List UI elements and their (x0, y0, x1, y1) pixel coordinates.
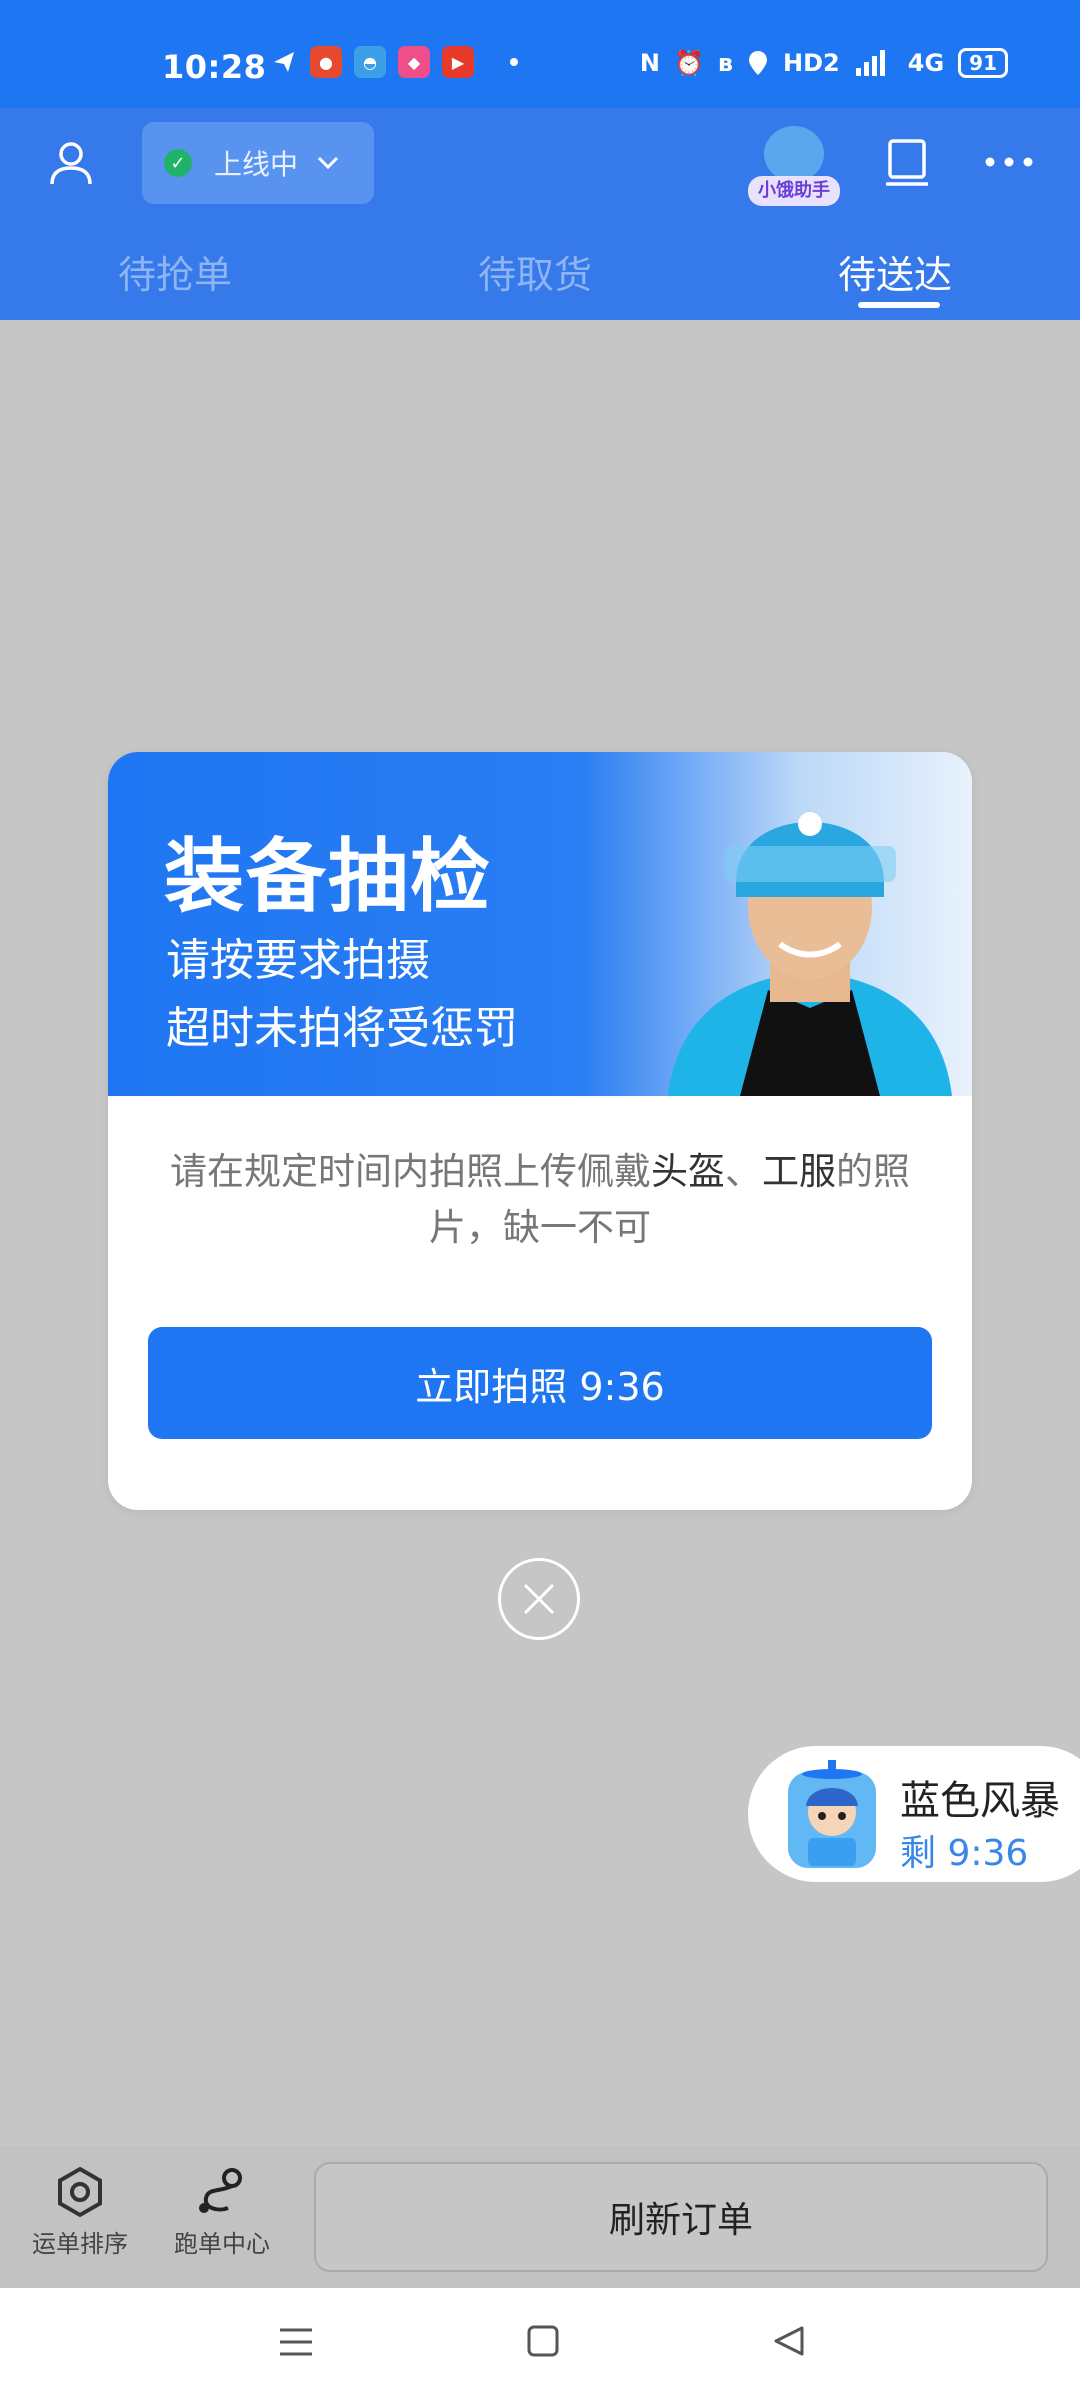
online-status-label: 上线中 (214, 148, 299, 181)
app-notification-icon: ● (310, 46, 342, 78)
more-icon[interactable] (984, 156, 1034, 168)
system-nav-bar (0, 2288, 1080, 2400)
bluetooth-icon: ʙ (717, 49, 734, 77)
modal-subtitle-2: 超时未拍将受惩罚 (166, 1003, 518, 1054)
tab-delivering[interactable]: 待送达 (838, 244, 952, 299)
assistant-mascot-icon (788, 1760, 876, 1868)
profile-icon[interactable] (48, 140, 94, 186)
tab-grab-orders[interactable]: 待抢单 (118, 244, 232, 299)
run-center-label: 跑单中心 (174, 2230, 270, 2258)
modal-message: 请在规定时间内拍照上传佩戴头盔、工服的照片，缺一不可 (170, 1150, 910, 1249)
uniform-emphasis: 工服 (762, 1150, 836, 1193)
active-tab-indicator (858, 302, 940, 308)
send-arrow-icon (274, 52, 294, 72)
assistant-avatar (764, 126, 824, 182)
rider-photo (668, 812, 952, 1096)
equipment-check-modal: 装备抽检 请按要求拍摄 超时未拍将受惩罚 请在规定时间内拍照上传佩戴头盔、工服的… (108, 752, 972, 1510)
close-modal-button[interactable] (498, 1558, 580, 1640)
assistant-label: 小饿助手 (748, 176, 840, 206)
route-icon (199, 2168, 242, 2213)
app-notification-icon: ◆ (398, 46, 430, 78)
helmet-emphasis: 头盔 (651, 1150, 725, 1193)
status-right-icons: N ⏰ ʙ HD2 4G 91 (640, 48, 1008, 78)
status-app-icons: ● ◓ ◆ ▶ (270, 46, 518, 78)
chevron-down-icon (317, 156, 339, 170)
hexagon-gear-icon (58, 2166, 102, 2218)
alarm-icon: ⏰ (673, 49, 704, 77)
close-icon (523, 1583, 555, 1615)
video-app-icon: ▶ (442, 46, 474, 78)
modal-title: 装备抽检 (164, 830, 492, 923)
floating-assistant-card[interactable]: 蓝色风暴 剩 9:36 (748, 1746, 1080, 1882)
location-icon (749, 51, 768, 75)
battery-indicator: 91 (958, 48, 1008, 78)
refresh-orders-button[interactable]: 刷新订单 (314, 2162, 1048, 2272)
run-center-button[interactable]: 跑单中心 (152, 2166, 292, 2259)
floating-card-name: 蓝色风暴 (900, 1778, 1060, 1824)
signal-icon (855, 50, 885, 76)
check-icon: ✓ (164, 149, 192, 177)
assistant-button[interactable]: 小饿助手 (748, 118, 840, 210)
sort-orders-label: 运单排序 (32, 2230, 128, 2258)
back-icon[interactable] (772, 2324, 806, 2358)
sort-orders-button[interactable]: 运单排序 (10, 2166, 150, 2259)
status-time: 10:28 (162, 48, 267, 86)
status-bar: 10:28 ● ◓ ◆ ▶ N ⏰ ʙ HD2 4G 91 (0, 0, 1080, 108)
hd-icon: HD2 (783, 49, 840, 77)
floating-card-remaining: 剩 9:36 (900, 1833, 1029, 1874)
menu-icon[interactable] (278, 2326, 314, 2358)
network-type: 4G (907, 49, 945, 77)
tablet-icon[interactable] (884, 138, 930, 188)
app-notification-icon: ◓ (354, 46, 386, 78)
nfc-icon: N (639, 49, 660, 77)
take-photo-button[interactable]: 立即拍照 9:36 (148, 1327, 932, 1439)
more-notifications-dot (510, 58, 518, 66)
modal-banner: 装备抽检 请按要求拍摄 超时未拍将受惩罚 (108, 752, 972, 1096)
tab-pickup[interactable]: 待取货 (478, 244, 592, 299)
online-status-dropdown[interactable]: ✓ 上线中 (142, 122, 374, 204)
home-icon[interactable] (526, 2324, 560, 2358)
modal-subtitle-1: 请按要求拍摄 (166, 935, 430, 986)
